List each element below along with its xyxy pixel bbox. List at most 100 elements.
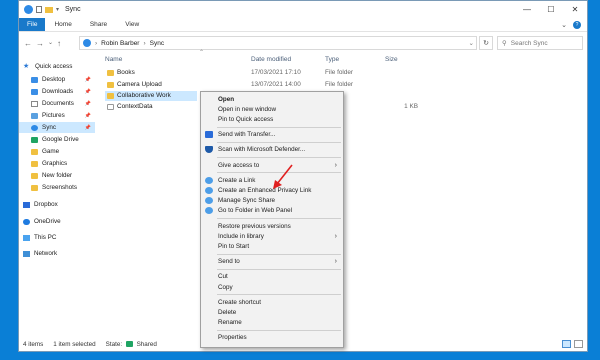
column-header-type[interactable]: Type <box>325 56 339 63</box>
menu-item-cut[interactable]: Cut <box>202 272 342 282</box>
menu-item-create-shortcut[interactable]: Create shortcut <box>202 297 342 307</box>
list-item[interactable]: Camera Upload 13/07/2021 14:00 File fold… <box>105 80 425 90</box>
sidebar-item-google-drive[interactable]: Google Drive <box>19 134 95 145</box>
up-arrow-icon[interactable]: ↑ <box>57 39 61 48</box>
menu-item-open[interactable]: Open <box>202 94 342 104</box>
maximize-button[interactable]: ☐ <box>539 1 563 18</box>
tab-file[interactable]: File <box>19 18 46 31</box>
column-headers: Name Date modified Type Size <box>105 56 425 66</box>
column-header-date[interactable]: Date modified <box>251 56 291 63</box>
sidebar-item-game[interactable]: Game <box>19 146 95 157</box>
selection-count: 1 item selected <box>53 340 96 348</box>
details-view-icon[interactable] <box>562 340 571 348</box>
menu-separator <box>217 253 341 255</box>
sidebar-item-sync[interactable]: Sync 📌 <box>19 122 95 133</box>
documents-icon <box>31 100 38 107</box>
sidebar-item-this-pc[interactable]: This PC <box>23 232 99 243</box>
sidebar-item-label: Network <box>34 250 58 257</box>
menu-item-delete[interactable]: Delete <box>202 307 342 317</box>
menu-item-go-to-folder-in-web-panel[interactable]: Go to Folder in Web Panel <box>202 206 342 216</box>
sidebar-item-downloads[interactable]: Downloads 📌 <box>19 86 95 97</box>
sidebar-item-quick-access[interactable]: ★ Quick access <box>23 61 99 72</box>
recent-dropdown-icon[interactable]: ⌄ <box>48 39 53 48</box>
help-icon[interactable]: ? <box>573 20 581 29</box>
properties-icon[interactable] <box>36 6 42 13</box>
forward-arrow-icon[interactable]: → <box>36 39 44 48</box>
menu-item-label: Restore previous versions <box>218 222 291 230</box>
dropbox-icon <box>205 131 213 139</box>
star-icon: ★ <box>23 62 30 70</box>
sync-location-icon <box>83 39 91 47</box>
large-icons-view-icon[interactable] <box>574 340 583 348</box>
new-folder-icon[interactable] <box>45 6 53 13</box>
quick-access-toolbar: ▾ <box>19 5 59 14</box>
menu-item-create-an-enhanced-privacy-link[interactable]: Create an Enhanced Privacy Link <box>202 185 342 195</box>
address-dropdown-icon[interactable]: ⌄ <box>469 39 476 47</box>
back-arrow-icon[interactable]: ← <box>24 39 32 48</box>
menu-separator <box>217 172 341 174</box>
folder-icon <box>31 160 38 167</box>
breadcrumb-chevron-icon[interactable]: › <box>143 40 145 47</box>
list-item[interactable]: Books 17/03/2021 17:10 File folder <box>105 68 425 78</box>
view-toggle <box>562 340 587 348</box>
column-header-name[interactable]: Name <box>105 56 122 63</box>
window-title: Sync <box>65 6 81 13</box>
menu-separator <box>217 329 341 331</box>
file-date: 17/03/2021 17:10 <box>251 69 301 76</box>
folder-icon <box>31 172 38 179</box>
breadcrumb-sync[interactable]: Sync <box>150 40 164 47</box>
tab-home[interactable]: Home <box>45 18 80 31</box>
breadcrumb-robin-barber[interactable]: Robin Barber <box>101 40 139 47</box>
customize-dropdown-icon[interactable]: ▾ <box>56 6 59 13</box>
onedrive-icon <box>23 218 30 225</box>
menu-item-copy[interactable]: Copy <box>202 282 342 292</box>
sidebar-item-graphics[interactable]: Graphics <box>19 158 95 169</box>
expand-ribbon-icon[interactable]: ⌄ <box>561 21 567 29</box>
pin-icon: 📌 <box>84 76 91 83</box>
sidebar-item-label: Graphics <box>42 160 68 167</box>
sidebar-item-label: This PC <box>34 234 57 241</box>
state-value: Shared <box>136 340 157 348</box>
sidebar-item-documents[interactable]: Documents 📌 <box>19 98 95 109</box>
sidebar-item-new-folder[interactable]: New folder <box>19 170 95 181</box>
menu-item-restore-previous-versions[interactable]: Restore previous versions <box>202 221 342 231</box>
sidebar-item-label: Downloads <box>42 88 74 95</box>
file-type: File folder <box>325 81 354 88</box>
menu-item-rename[interactable]: Rename <box>202 318 342 328</box>
sidebar-item-label: Sync <box>42 124 56 131</box>
sidebar-item-screenshots[interactable]: Screenshots <box>19 182 95 193</box>
downloads-icon <box>31 88 38 95</box>
search-input[interactable]: ⚲ Search Sync <box>497 36 583 50</box>
menu-item-send-with-transfer[interactable]: Send with Transfer... <box>202 130 342 140</box>
menu-item-pin-to-quick-access[interactable]: Pin to Quick access <box>202 114 342 124</box>
menu-item-give-access-to[interactable]: Give access to › <box>202 160 342 170</box>
tab-share[interactable]: Share <box>81 18 116 31</box>
menu-item-pin-to-start[interactable]: Pin to Start <box>202 241 342 251</box>
refresh-button[interactable]: ↻ <box>479 36 493 50</box>
sidebar-item-label: Screenshots <box>42 184 78 191</box>
sync-icon <box>31 124 38 131</box>
address-bar[interactable]: › Robin Barber › Sync ⌄ <box>79 36 477 50</box>
tab-view[interactable]: View <box>116 18 148 31</box>
sidebar-item-pictures[interactable]: Pictures 📌 <box>19 110 95 121</box>
menu-item-include-in-library[interactable]: Include in library › <box>202 231 342 241</box>
sidebar-item-dropbox[interactable]: Dropbox <box>23 199 99 210</box>
breadcrumb-chevron-icon[interactable]: › <box>95 40 97 47</box>
close-button[interactable]: ✕ <box>563 1 587 18</box>
menu-item-send-to[interactable]: Send to › <box>202 257 342 267</box>
sidebar-item-onedrive[interactable]: OneDrive <box>23 216 99 227</box>
menu-item-label: Open in new window <box>218 105 277 113</box>
menu-item-label: Scan with Microsoft Defender... <box>218 146 306 154</box>
menu-item-create-a-link[interactable]: Create a Link <box>202 175 342 185</box>
column-header-size[interactable]: Size <box>385 56 398 63</box>
menu-item-manage-sync-share[interactable]: Manage Sync Share <box>202 196 342 206</box>
menu-item-scan-with-microsoft-defender[interactable]: Scan with Microsoft Defender... <box>202 145 342 155</box>
list-item[interactable]: Collaborative Work <box>105 91 197 101</box>
sidebar-item-network[interactable]: Network <box>23 248 99 259</box>
minimize-button[interactable]: — <box>515 1 539 18</box>
menu-item-properties[interactable]: Properties <box>202 333 342 343</box>
sidebar-item-desktop[interactable]: Desktop 📌 <box>19 74 95 85</box>
submenu-chevron-icon: › <box>334 258 337 266</box>
menu-item-open-in-new-window[interactable]: Open in new window <box>202 104 342 114</box>
menu-item-label: Create an Enhanced Privacy Link <box>218 186 312 194</box>
